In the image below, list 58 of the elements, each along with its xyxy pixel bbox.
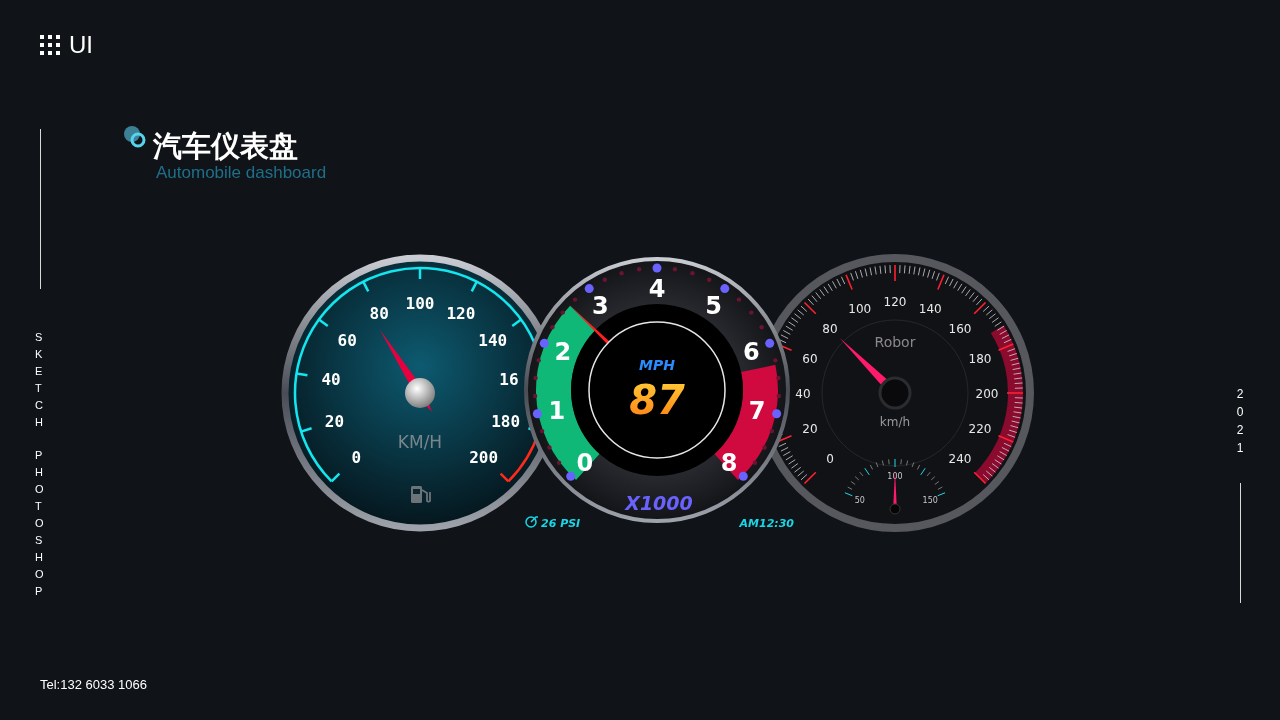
unit-label: MPH (639, 357, 675, 373)
vertical-caption: SKETCH (35, 330, 42, 430)
scale-label: 150 (922, 495, 938, 505)
scale-label: 0 (351, 447, 362, 467)
scale-label: 0 (576, 449, 594, 478)
scale-label: 180 (968, 351, 992, 366)
circles-icon (123, 125, 147, 149)
scale-label: 20 (802, 422, 818, 437)
boost-readout: 26 PSI (541, 517, 581, 530)
scale-label: 220 (968, 422, 992, 437)
contact-text: Tel:132 6033 1066 (40, 677, 147, 692)
scale-label: 160 (948, 321, 972, 336)
scale-label: 40 (795, 387, 811, 401)
scale-label: 100 (405, 294, 435, 313)
brand-label: UI (69, 33, 93, 57)
scale-label: 140 (918, 302, 942, 316)
unit-label: km/h (879, 415, 911, 429)
grid-icon (40, 35, 60, 55)
scale-label: 100 (848, 302, 872, 316)
page-subtitle: Automobile dashboard (156, 163, 327, 183)
scale-label: 16 (499, 369, 519, 389)
vertical-caption: PHOTOSHOP (35, 448, 42, 599)
needle-hub (405, 378, 435, 408)
scale-label: 40 (321, 369, 341, 389)
scale-label: 120 (446, 303, 476, 323)
scale-label: 6 (742, 337, 760, 366)
scale-label: 200 (975, 387, 999, 401)
scale-label: 5 (705, 292, 722, 321)
unit-label: KM/H (397, 432, 443, 452)
scale-label: 60 (337, 331, 357, 351)
dial-brand: Robor (874, 334, 916, 350)
scale-label: 240 (948, 452, 972, 467)
scale-label: 1 (548, 396, 566, 425)
needle-hub (889, 503, 901, 515)
fuel-pump-icon (411, 486, 431, 503)
rpm-multiplier: X1000 (625, 492, 693, 514)
scale-label: 4 (648, 275, 666, 303)
scale-label: 80 (822, 321, 838, 336)
scale-label: 180 (491, 411, 521, 431)
scale-label: 200 (469, 447, 499, 467)
scale-label: 3 (592, 292, 609, 321)
scale-label: 0 (826, 452, 834, 467)
clock-readout: AM12:30 (739, 517, 794, 530)
scale-label: 2 (554, 337, 572, 366)
speed-readout: 87 (629, 377, 685, 423)
turbo-icon (525, 516, 539, 528)
scale-label: 8 (720, 449, 738, 478)
scale-label: 20 (324, 411, 345, 431)
year-caption: 2021 (1236, 386, 1244, 457)
scale-label: 50 (854, 495, 865, 505)
scale-label: 80 (369, 303, 389, 323)
scale-label: 120 (883, 295, 907, 309)
page-title: 汽车仪表盘 (153, 129, 299, 163)
scale-label: 140 (478, 331, 508, 351)
scale-label: 100 (887, 472, 903, 481)
needle-hub (878, 376, 912, 410)
scale-label: 7 (748, 396, 766, 425)
scale-label: 60 (802, 351, 818, 366)
